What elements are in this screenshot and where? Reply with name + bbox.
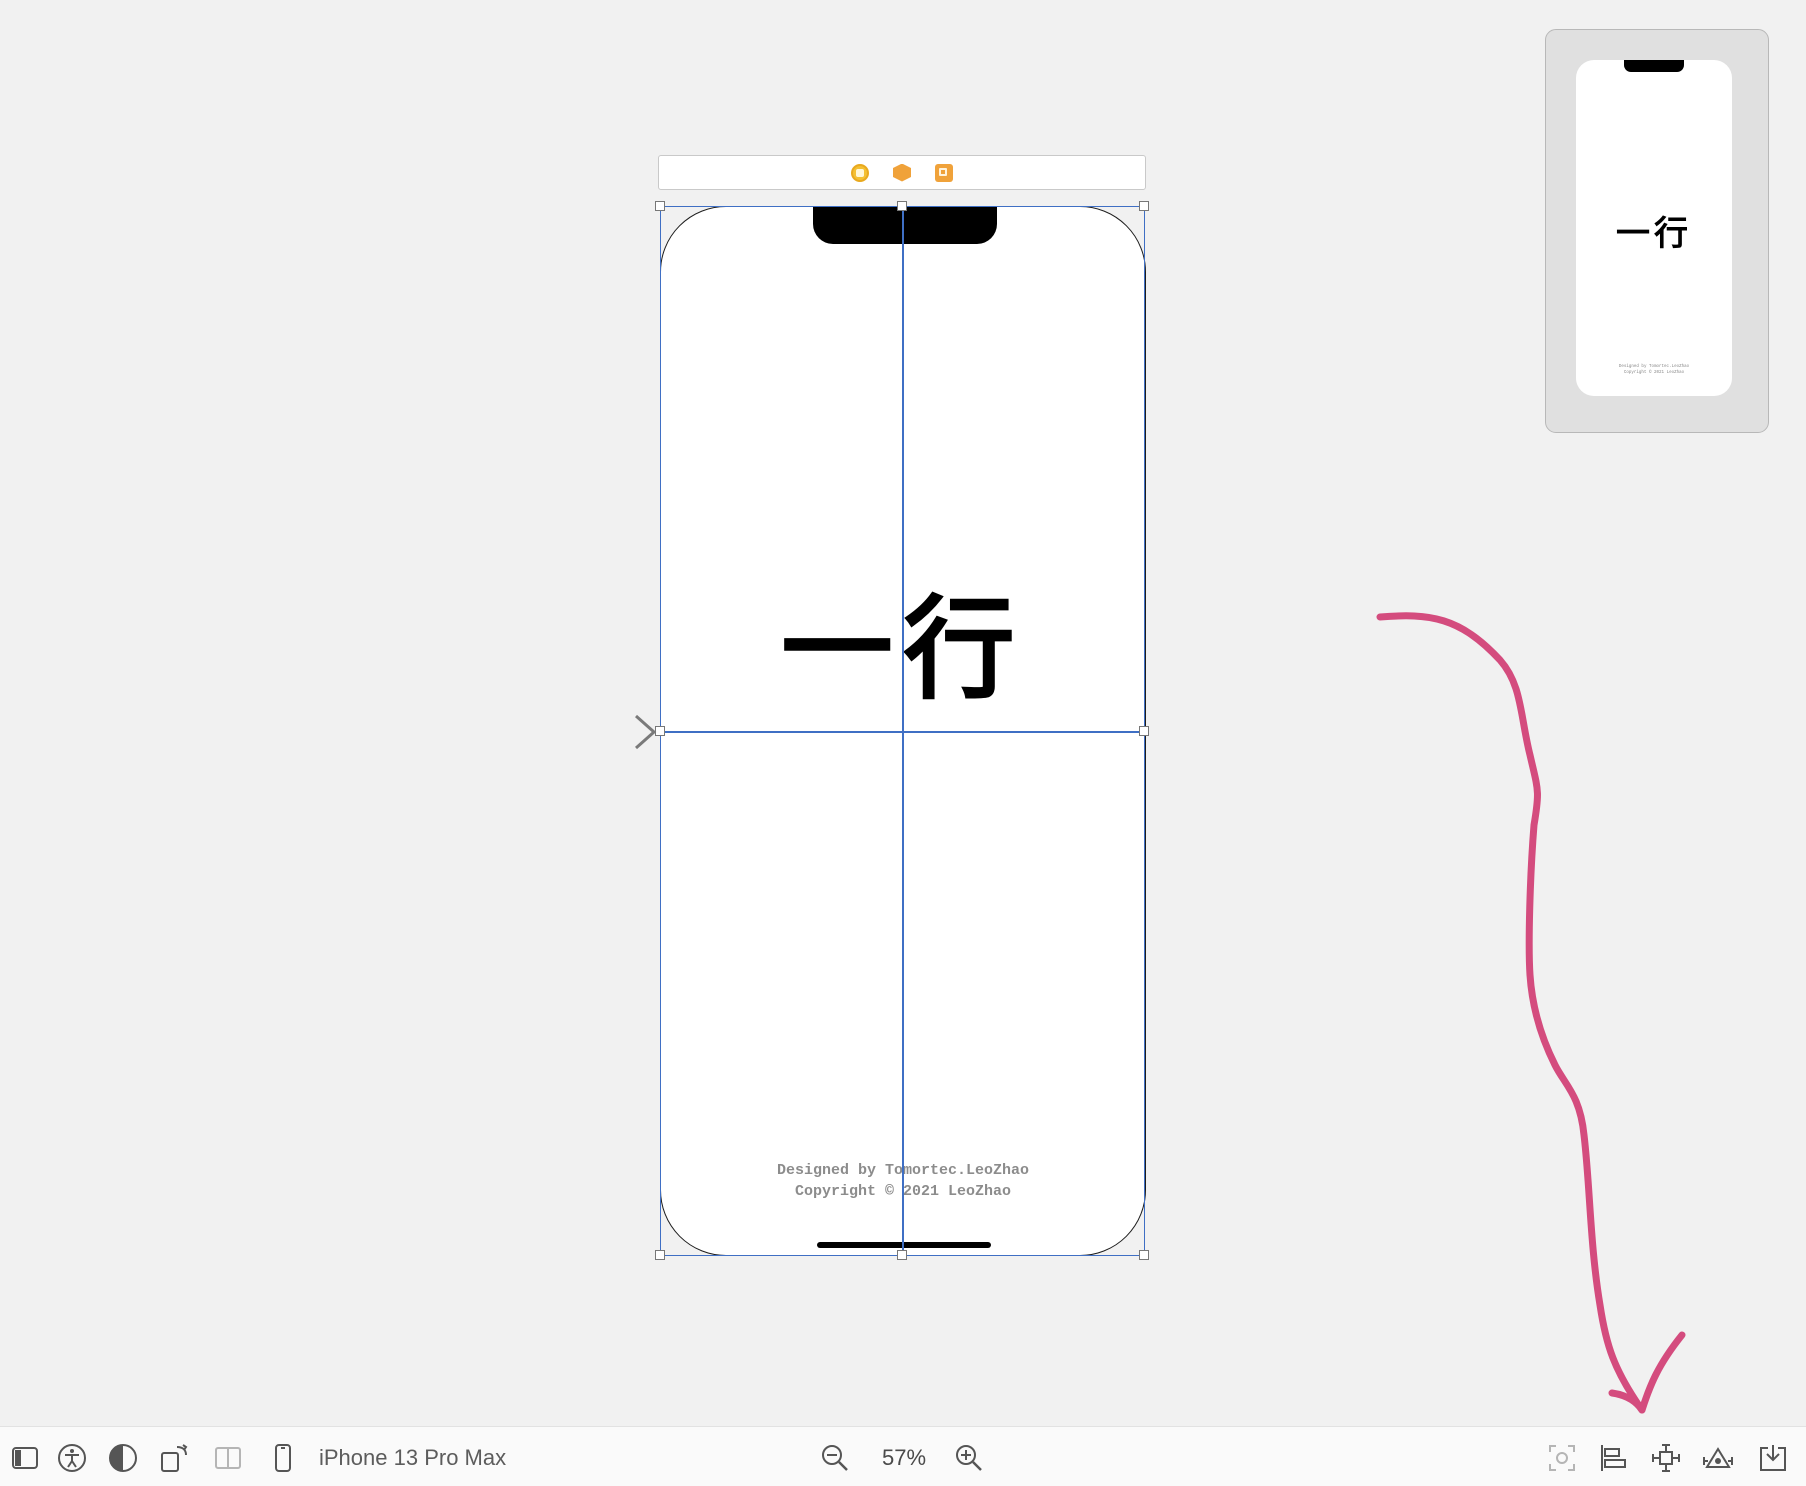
horizontal-center-guide: [660, 731, 1145, 733]
device-notch: [813, 206, 997, 244]
device-name-label[interactable]: iPhone 13 Pro Max: [319, 1444, 506, 1472]
orientation-button[interactable]: [157, 1441, 191, 1475]
device-icon: [275, 1444, 291, 1472]
view-controller-icon[interactable]: [851, 163, 869, 182]
resize-handle-right[interactable]: [1139, 726, 1149, 736]
storyboard-canvas[interactable]: 一行 Designed by Tomortec.LeoZhao Copyrigh…: [0, 0, 1806, 1424]
zoom-in-button[interactable]: [952, 1441, 986, 1475]
split-view-icon: [215, 1447, 241, 1469]
canvas-minimap[interactable]: 一行 Designed by Tomortec.LeoZhao Copyrigh…: [1545, 29, 1769, 433]
appearance-icon: [109, 1444, 137, 1472]
resize-handle-bottom[interactable]: [897, 1250, 907, 1260]
align-icon: [1601, 1445, 1626, 1471]
orientation-icon: [161, 1444, 188, 1472]
zoom-level-label[interactable]: 57%: [876, 1444, 932, 1472]
device-button[interactable]: [266, 1441, 300, 1475]
resolve-auto-layout-icon: [1703, 1447, 1733, 1468]
home-indicator: [817, 1242, 991, 1248]
scene-dock: [658, 155, 1146, 190]
resize-handle-bottom-left[interactable]: [655, 1250, 665, 1260]
exit-icon[interactable]: [935, 163, 953, 182]
zoom-out-icon: [822, 1445, 848, 1471]
canvas-bottom-bar: iPhone 13 Pro Max 57%: [0, 1426, 1806, 1486]
appearance-button[interactable]: [106, 1441, 140, 1475]
accessibility-button[interactable]: [55, 1441, 89, 1475]
resolve-auto-layout-button[interactable]: [1701, 1441, 1735, 1475]
minimap-footer: Designed by Tomortec.LeoZhao Copyright ©…: [1576, 364, 1732, 376]
zoom-in-icon: [956, 1445, 982, 1471]
minimap-notch: [1624, 60, 1684, 72]
align-button[interactable]: [1597, 1441, 1631, 1475]
zoom-out-button[interactable]: [818, 1441, 852, 1475]
embed-in-icon: [1760, 1445, 1786, 1471]
split-view-button[interactable]: [211, 1441, 245, 1475]
resize-handle-bottom-right[interactable]: [1139, 1250, 1149, 1260]
minimap-title: 一行: [1616, 214, 1692, 254]
update-frames-icon: [1549, 1445, 1575, 1471]
document-outline-toggle-icon: [12, 1447, 38, 1469]
resize-handle-top-left[interactable]: [655, 201, 665, 211]
embed-in-button[interactable]: [1756, 1441, 1790, 1475]
resize-handle-top-right[interactable]: [1139, 201, 1149, 211]
first-responder-icon[interactable]: [893, 163, 911, 182]
accessibility-icon: [58, 1444, 86, 1472]
add-constraints-icon: [1652, 1444, 1680, 1472]
annotation-arrow-icon: [1376, 612, 1686, 1414]
update-frames-button[interactable]: [1545, 1441, 1579, 1475]
document-outline-toggle-button[interactable]: [8, 1441, 42, 1475]
entry-point-arrow-icon[interactable]: [546, 712, 662, 752]
resize-handle-top[interactable]: [897, 201, 907, 211]
minimap-scene: 一行 Designed by Tomortec.LeoZhao Copyrigh…: [1576, 60, 1732, 396]
minimap-copyright-line: Copyright © 2021 LeoZhao: [1623, 371, 1685, 375]
add-constraints-button[interactable]: [1649, 1441, 1683, 1475]
